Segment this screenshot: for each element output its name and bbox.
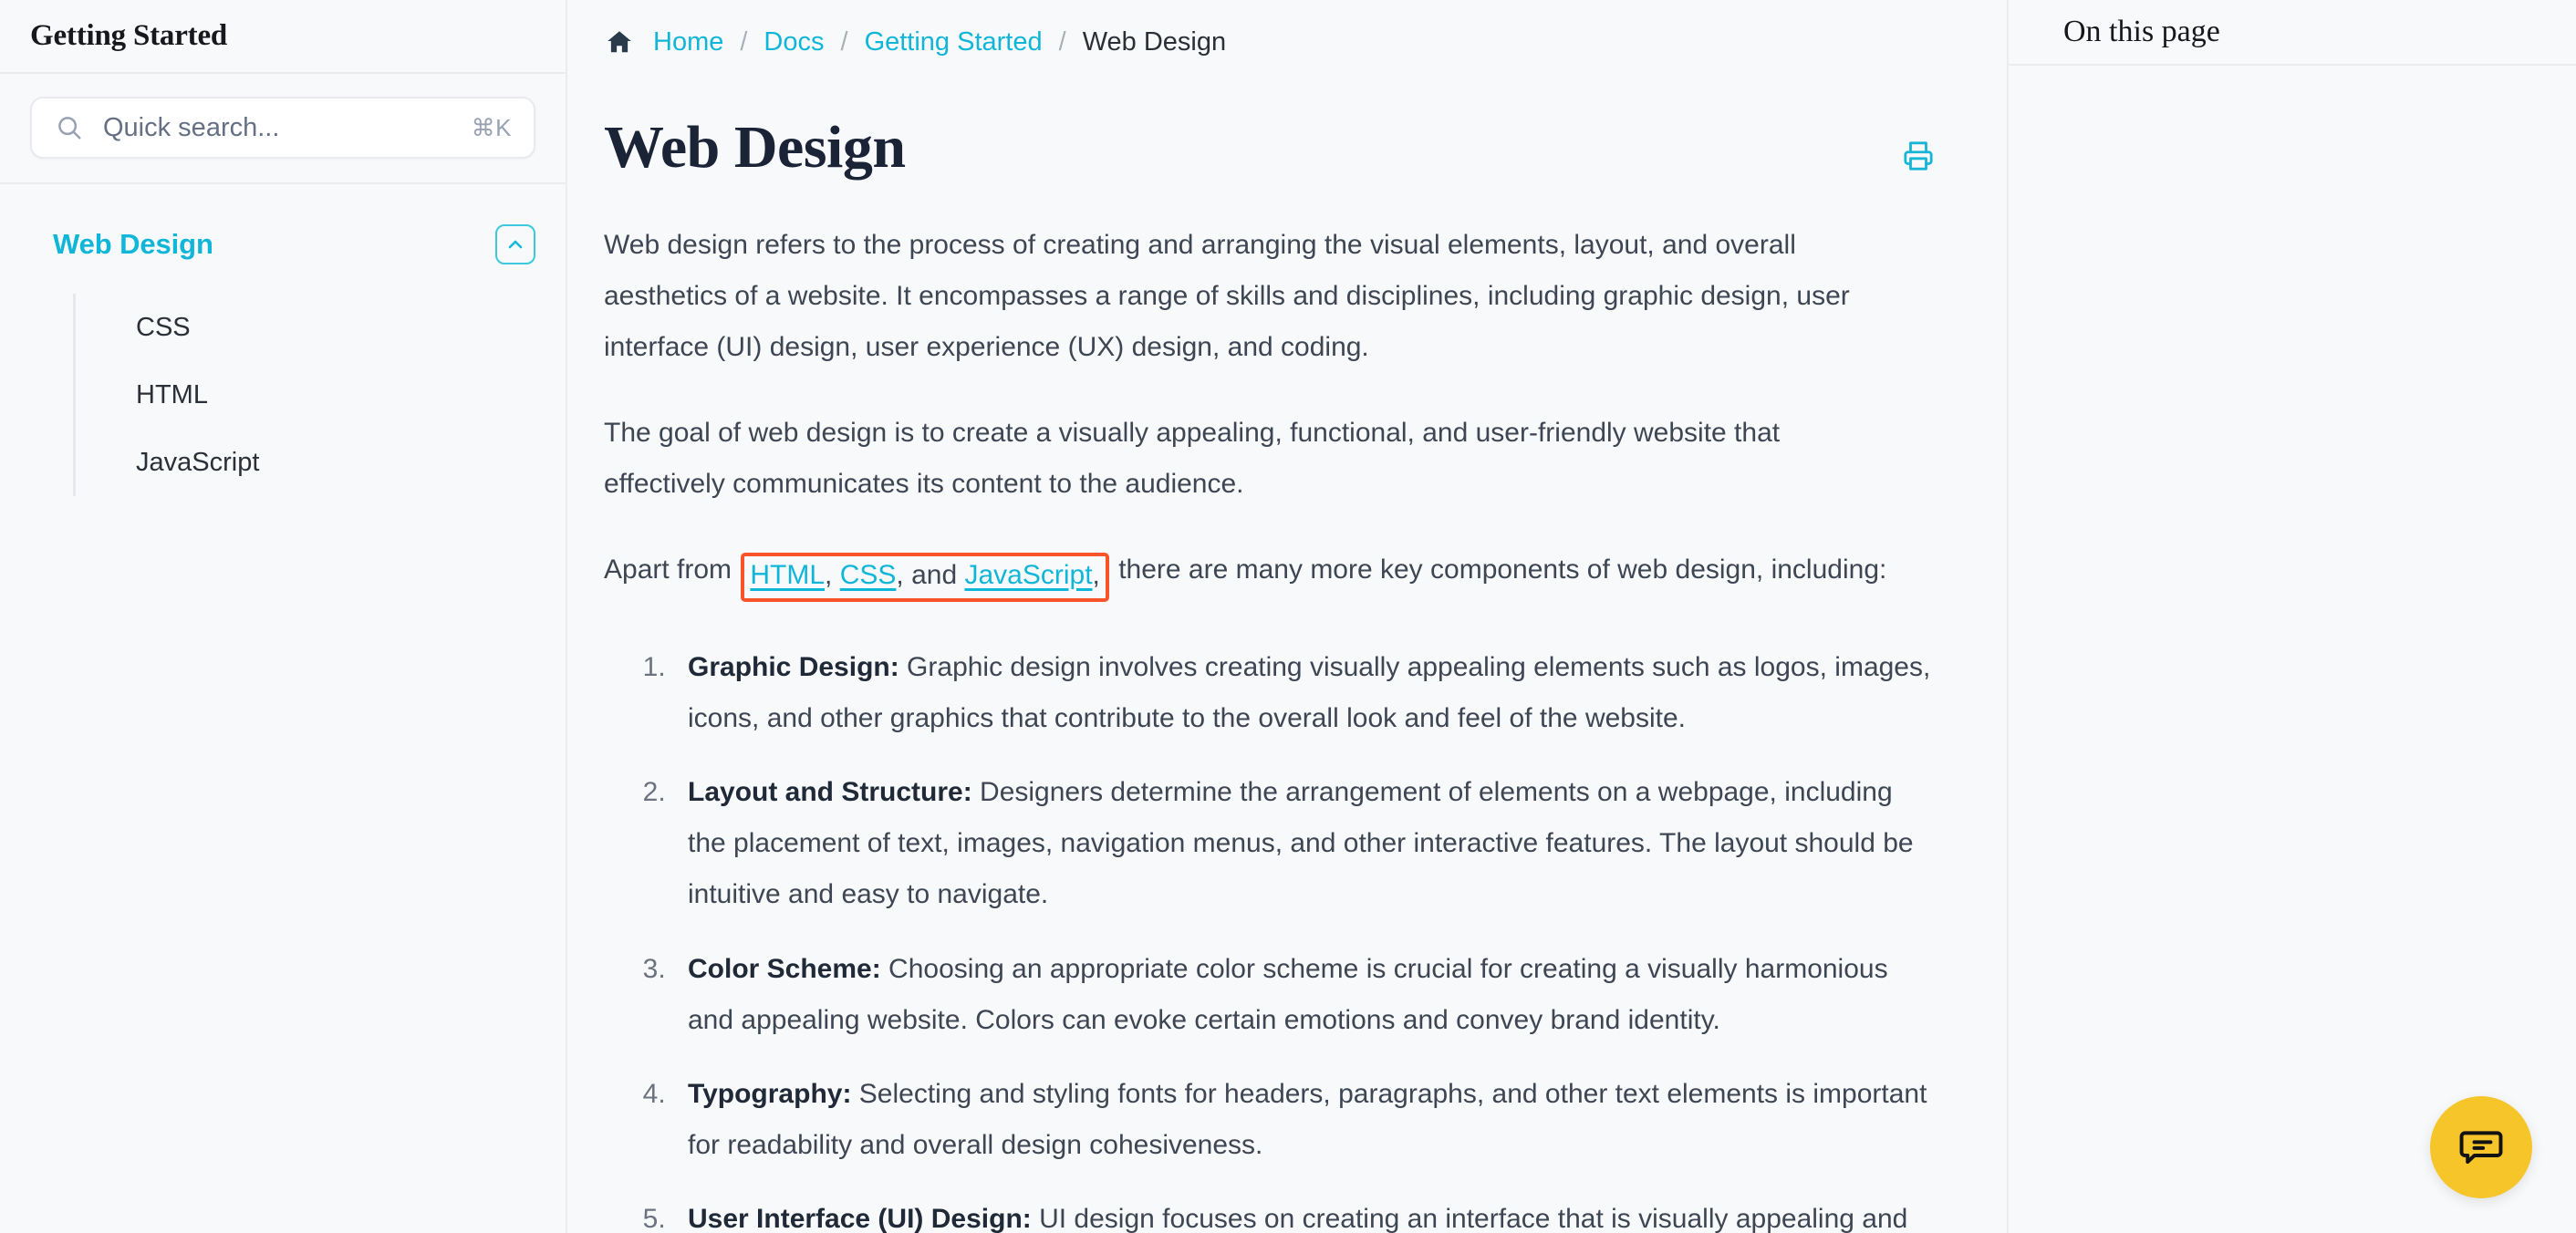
sidebar-subnav: CSS HTML JavaScript: [73, 294, 566, 496]
left-sidebar: Getting Started ⌘K Web Design: [0, 0, 567, 1233]
list-item-term: Typography:: [688, 1078, 852, 1109]
search-input[interactable]: [103, 112, 472, 143]
list-item: Layout and Structure: Designers determin…: [673, 767, 1934, 920]
breadcrumb-separator: /: [1058, 26, 1066, 57]
list-item-text: Selecting and styling fonts for headers,…: [688, 1078, 1927, 1160]
sidebar-item-html[interactable]: HTML: [76, 361, 566, 429]
paragraph-intro: Web design refers to the process of crea…: [604, 229, 1850, 362]
list-item: Typography: Selecting and styling fonts …: [673, 1069, 1934, 1171]
right-sidebar: On this page: [2009, 0, 2576, 1233]
breadcrumb-link-home[interactable]: Home: [653, 27, 723, 57]
sidebar-title: Getting Started: [30, 19, 228, 52]
main-content: Home / Docs / Getting Started / Web Desi…: [567, 0, 2009, 1233]
key-components-list: Graphic Design: Graphic design involves …: [604, 642, 1934, 1233]
on-this-page-title: On this page: [2063, 15, 2220, 48]
paragraph-goal: The goal of web design is to create a vi…: [604, 417, 1781, 499]
breadcrumb-link-docs[interactable]: Docs: [763, 27, 824, 57]
on-this-page-header: On this page: [2009, 0, 2576, 66]
inline-link-html[interactable]: HTML: [750, 560, 825, 590]
chat-button[interactable]: [2430, 1096, 2532, 1198]
chevron-up-icon: [504, 233, 526, 255]
breadcrumb-current: Web Design: [1082, 26, 1227, 57]
home-icon[interactable]: [606, 28, 653, 56]
search-box[interactable]: ⌘K: [30, 97, 535, 159]
breadcrumb-separator: /: [740, 26, 748, 57]
page-header: Web Design: [567, 66, 2007, 181]
sidebar-nav: Web Design CSS HTML JavaScript: [0, 184, 566, 1233]
search-shortcut-hint: ⌘K: [471, 113, 512, 141]
highlighted-links-box: HTML, CSS, and JavaScript,: [741, 553, 1109, 603]
page-title: Web Design: [604, 114, 906, 181]
list-item-term: User Interface (UI) Design:: [688, 1203, 1032, 1233]
breadcrumb-link-getting-started[interactable]: Getting Started: [865, 27, 1043, 57]
sidebar-item-css[interactable]: CSS: [76, 294, 566, 361]
breadcrumb: Home / Docs / Getting Started / Web Desi…: [567, 0, 2007, 66]
search-icon: [56, 114, 83, 141]
chat-bubble-icon: [2458, 1124, 2504, 1170]
sidebar-item-javascript[interactable]: JavaScript: [76, 429, 566, 496]
search-section: ⌘K: [0, 74, 566, 184]
list-item-term: Layout and Structure:: [688, 777, 972, 808]
docs-page: Getting Started ⌘K Web Design: [0, 0, 2576, 1233]
inline-link-css[interactable]: CSS: [840, 560, 897, 590]
breadcrumb-separator: /: [840, 26, 848, 57]
print-icon: [1903, 140, 1934, 171]
article-body: Web design refers to the process of crea…: [567, 220, 2007, 1233]
list-item-term: Color Scheme:: [688, 953, 881, 984]
sidebar-header: Getting Started: [0, 0, 566, 74]
inline-link-javascript[interactable]: JavaScript: [964, 560, 1092, 590]
collapse-group-button[interactable]: [495, 224, 535, 264]
print-button[interactable]: [1903, 140, 1934, 171]
link-separator-comma: ,: [825, 560, 840, 591]
sidebar-group-web-design[interactable]: Web Design: [0, 219, 566, 270]
list-item-term: Graphic Design:: [688, 652, 899, 683]
sidebar-group-label: Web Design: [53, 228, 213, 260]
list-item: Graphic Design: Graphic design involves …: [673, 642, 1934, 744]
list-item: User Interface (UI) Design: UI design fo…: [673, 1194, 1934, 1233]
link-trailing-comma: ,: [1092, 560, 1100, 591]
list-item: Color Scheme: Choosing an appropriate co…: [673, 944, 1934, 1046]
apart-from-lead: Apart from: [604, 554, 740, 585]
paragraph-apart-from: Apart from HTML, CSS, and JavaScript, th…: [604, 544, 1899, 603]
link-separator-and: , and: [896, 560, 965, 591]
apart-from-tail: there are many more key components of we…: [1110, 554, 1887, 585]
